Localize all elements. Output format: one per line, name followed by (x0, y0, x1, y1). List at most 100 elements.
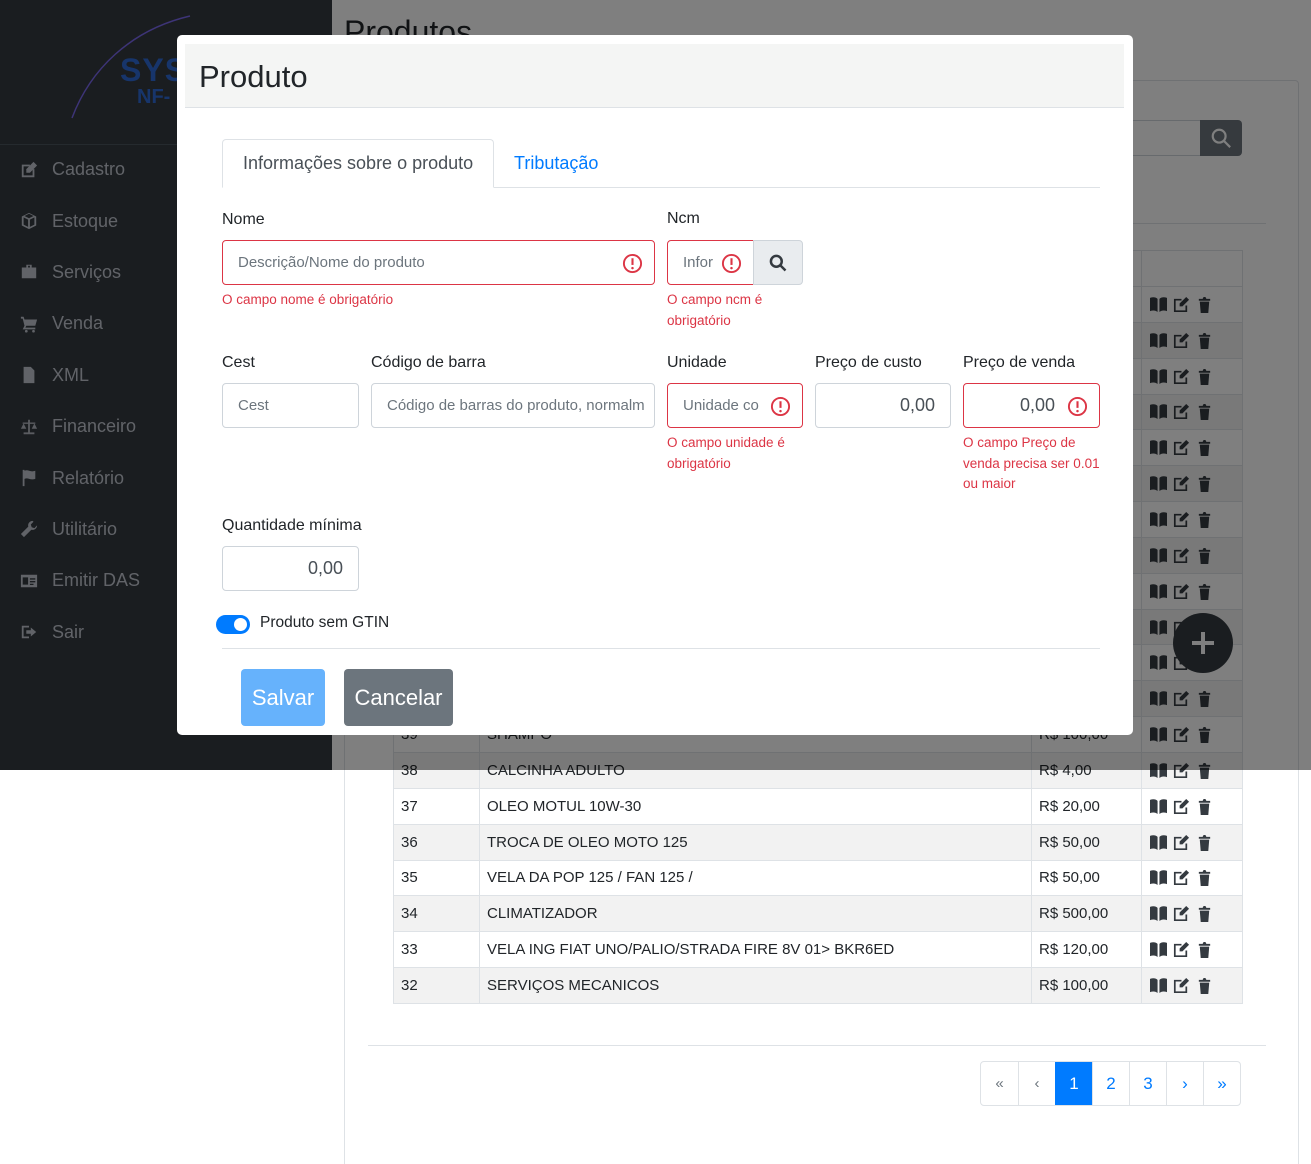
table-row: 32 SERVIÇOS MECANICOS R$ 100,00 (393, 967, 1243, 1004)
pagination-last[interactable]: » (1203, 1062, 1240, 1105)
unidade-error: O campo unidade é obrigatório (667, 435, 785, 471)
preco-venda-error: O campo Preço de venda precisa ser 0.01 … (963, 435, 1100, 491)
table-row: 33 VELA ING FIAT UNO/PALIO/STRADA FIRE 8V… (393, 931, 1243, 969)
error-icon (721, 253, 742, 274)
book-icon[interactable] (1149, 977, 1168, 994)
book-icon[interactable] (1149, 869, 1168, 886)
preco-custo-label: Preço de custo (815, 354, 922, 371)
codigo-barra-input[interactable]: Código de barras do produto, normalm (371, 383, 655, 428)
product-id: 34 (393, 895, 480, 933)
pagination-prev[interactable]: ‹ (1018, 1062, 1055, 1105)
error-icon (622, 253, 643, 274)
unidade-placeholder: Unidade co (683, 397, 759, 414)
book-icon[interactable] (1149, 905, 1168, 922)
cest-label: Cest (222, 354, 255, 371)
nome-input[interactable]: Descrição/Nome do produto (222, 240, 655, 285)
divider (222, 648, 1100, 649)
pagination-page-2[interactable]: 2 (1092, 1062, 1129, 1105)
ncm-placeholder: Infor (683, 254, 714, 271)
preco-custo-input[interactable]: 0,00 (815, 383, 951, 428)
product-price: R$ 120,00 (1031, 931, 1142, 969)
actions (1149, 834, 1235, 851)
book-icon[interactable] (1149, 834, 1168, 851)
modal-header: Produto (185, 44, 1124, 108)
nome-label: Nome (222, 211, 265, 228)
trash-icon[interactable] (1195, 941, 1214, 959)
preco-venda-label: Preço de venda (963, 354, 1076, 371)
product-price: R$ 100,00 (1031, 967, 1142, 1004)
product-name: OLEO MOTUL 10W-30 (479, 787, 1032, 825)
trash-icon[interactable] (1195, 977, 1214, 994)
actions (1149, 977, 1235, 994)
save-button[interactable]: Salvar (241, 669, 325, 726)
edit-icon[interactable] (1172, 905, 1191, 922)
unidade-label: Unidade (667, 354, 727, 371)
table-row: 35 VELA DA POP 125 / FAN 125 /R$ 50,00 (393, 859, 1243, 897)
ncm-search-button[interactable] (753, 240, 803, 285)
trash-icon[interactable] (1195, 798, 1214, 815)
book-icon[interactable] (1149, 941, 1168, 958)
toggle-knob (234, 618, 247, 631)
error-icon (770, 396, 791, 417)
quantidade-minima-input[interactable]: 0,00 (222, 546, 359, 591)
divider (368, 1045, 1266, 1046)
preco-venda-value: 0,00 (1019, 395, 1055, 415)
product-name: TROCA DE OLEO MOTO 125 (479, 823, 1032, 861)
product-price: R$ 500,00 (1031, 895, 1142, 933)
product-id: 32 (393, 967, 480, 1004)
pagination-page-3[interactable]: 3 (1129, 1062, 1166, 1105)
cest-placeholder: Cest (238, 397, 269, 414)
cest-input[interactable]: Cest (222, 383, 359, 428)
trash-icon[interactable] (1195, 869, 1214, 887)
edit-icon[interactable] (1172, 798, 1191, 815)
edit-icon[interactable] (1172, 977, 1191, 994)
pagination: « ‹ 1 2 3 › » (980, 1061, 1241, 1106)
tab-informacoes[interactable]: Informações sobre o produto (222, 139, 495, 188)
product-name: VELA ING FIAT UNO/PALIO/STRADA FIRE 8V 0… (479, 931, 1032, 969)
error-icon (1067, 396, 1088, 417)
modal-tabs: Informações sobre o produto Tributação (222, 139, 1100, 188)
table-row: 34 CLIMATIZADOR R$ 500,00 (393, 895, 1243, 933)
nome-placeholder: Descrição/Nome do produto (238, 254, 425, 271)
quantidade-minima-value: 0,00 (307, 558, 343, 578)
row-actions (1141, 823, 1243, 861)
tab-tributacao[interactable]: Tributação (494, 139, 618, 188)
edit-icon[interactable] (1172, 869, 1191, 886)
product-modal: Produto Informações sobre o produto Trib… (177, 35, 1133, 735)
trash-icon[interactable] (1195, 834, 1214, 851)
pagination-next[interactable]: › (1166, 1062, 1203, 1105)
modal-title: Produto (199, 59, 308, 94)
product-name: CLIMATIZADOR (479, 895, 1032, 933)
nome-error: O campo nome é obrigatório (222, 292, 394, 307)
actions (1149, 798, 1235, 815)
ncm-input[interactable]: Infor (667, 240, 754, 285)
ncm-label: Ncm (667, 210, 700, 227)
product-price: R$ 50,00 (1031, 859, 1142, 897)
pagination-first[interactable]: « (981, 1062, 1018, 1105)
edit-icon[interactable] (1172, 941, 1191, 958)
product-id: 35 (393, 859, 480, 897)
row-actions (1141, 895, 1243, 933)
search-icon (769, 254, 787, 271)
ncm-error: O campo ncm é obrigatório (667, 292, 763, 328)
product-name: SERVIÇOS MECANICOS (479, 967, 1032, 1004)
codigo-barra-label: Código de barra (371, 354, 486, 371)
edit-icon[interactable] (1172, 834, 1191, 851)
book-icon[interactable] (1149, 798, 1168, 815)
preco-venda-input[interactable]: 0,00 (963, 383, 1100, 428)
gtin-toggle[interactable] (216, 615, 250, 634)
quantidade-minima-label: Quantidade mínima (222, 517, 362, 534)
product-id: 36 (393, 823, 480, 861)
product-id: 33 (393, 931, 480, 969)
actions (1149, 905, 1235, 923)
trash-icon[interactable] (1195, 905, 1214, 923)
cancel-button[interactable]: Cancelar (344, 669, 453, 726)
unidade-input[interactable]: Unidade co (667, 383, 803, 428)
codigo-barra-placeholder: Código de barras do produto, normalm (387, 397, 645, 414)
pagination-page-1[interactable]: 1 (1055, 1062, 1092, 1105)
actions (1149, 941, 1235, 959)
product-price: R$ 20,00 (1031, 787, 1142, 825)
product-id: 37 (393, 787, 480, 825)
actions (1149, 869, 1235, 887)
product-price: R$ 50,00 (1031, 823, 1142, 861)
